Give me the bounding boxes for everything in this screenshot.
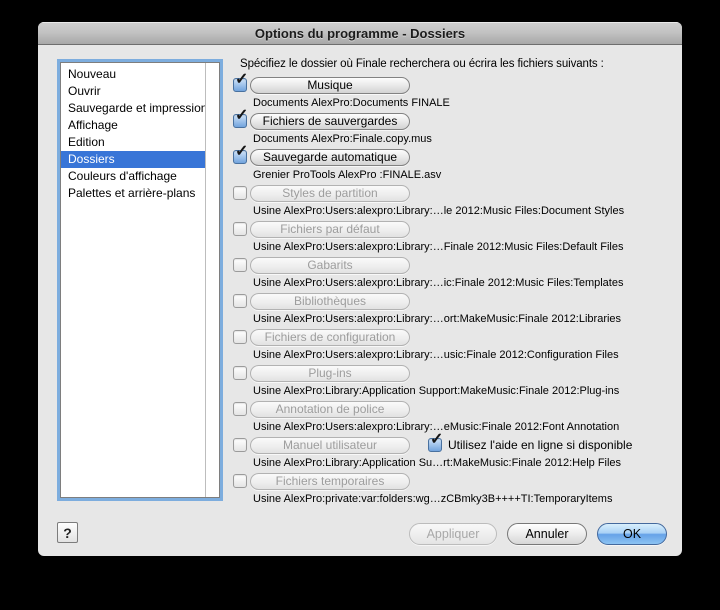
title-bar[interactable]: Options du programme - Dossiers [38,22,682,45]
row-templates: Gabarits Usine AlexPro:Users:alexpro:Lib… [232,256,678,292]
music-folder-path: Documents AlexPro:Documents FINALE [253,97,450,109]
sidebar-item-palettes-arriere-plans[interactable]: Palettes et arrière-plans [61,185,205,202]
backup-files-folder-button[interactable]: Fichiers de sauvergardes [250,112,410,130]
sidebar-item-sauvegarde-et-impression[interactable]: Sauvegarde et impression [61,100,205,117]
folder-rows: Musique Documents AlexPro:Documents FINA… [232,72,678,508]
row-music: Musique Documents AlexPro:Documents FINA… [232,72,678,112]
row-temporary-files: Fichiers temporaires Usine AlexPro:priva… [232,472,678,508]
document-styles-folder-path: Usine AlexPro:Users:alexpro:Library:…le … [253,205,625,217]
templates-checkbox[interactable] [233,258,247,272]
configuration-files-folder-path: Usine AlexPro:Users:alexpro:Library:…usi… [253,349,619,361]
sidebar-item-nouveau[interactable]: Nouveau [61,66,205,83]
libraries-folder-path: Usine AlexPro:Users:alexpro:Library:…ort… [253,313,622,325]
help-button[interactable]: ? [57,522,78,543]
libraries-checkbox[interactable] [233,294,247,308]
default-files-folder-button: Fichiers par défaut [250,220,410,238]
options-category-list: Nouveau Ouvrir Sauvegarde et impression … [60,62,220,498]
sidebar-item-affichage[interactable]: Affichage [61,117,205,134]
font-annotation-folder-path: Usine AlexPro:Users:alexpro:Library:…eMu… [253,421,620,433]
row-user-manual: Manuel utilisateur Utilisez l'aide en li… [232,432,678,472]
default-files-checkbox[interactable] [233,222,247,236]
apply-button: Appliquer [409,523,497,545]
footer-buttons: Appliquer Annuler OK [409,523,667,545]
row-plug-ins: Plug-ins Usine AlexPro:Library:Applicati… [232,364,678,400]
templates-folder-path: Usine AlexPro:Users:alexpro:Library:…ic:… [253,277,624,289]
ok-button[interactable]: OK [597,523,667,545]
window-title: Options du programme - Dossiers [254,25,466,41]
list-scrollbar-track [205,63,206,497]
sidebar-item-couleurs-affichage[interactable]: Couleurs d'affichage [61,168,205,185]
temporary-files-checkbox[interactable] [233,474,247,488]
row-auto-save: Sauvegarde automatique Grenier ProTools … [232,144,678,184]
backup-files-checkbox[interactable] [233,108,248,128]
online-help-checkbox[interactable] [428,432,443,452]
temporary-files-folder-path: Usine AlexPro:private:var:folders:wg…zCB… [253,493,613,505]
templates-folder-button: Gabarits [250,256,410,274]
sidebar-item-ouvrir[interactable]: Ouvrir [61,83,205,100]
default-files-folder-path: Usine AlexPro:Users:alexpro:Library:…Fin… [253,241,624,253]
music-folder-button[interactable]: Musique [250,76,410,94]
sidebar-item-edition[interactable]: Edition [61,134,205,151]
configuration-files-checkbox[interactable] [233,330,247,344]
user-manual-folder-path: Usine AlexPro:Library:Application Su…rt:… [253,457,622,469]
configuration-files-folder-button: Fichiers de configuration [250,328,410,346]
row-document-styles: Styles de partition Usine AlexPro:Users:… [232,184,678,220]
temporary-files-folder-button: Fichiers temporaires [250,472,410,490]
online-help-label: Utilisez l'aide en ligne si disponible [448,438,633,452]
plug-ins-folder-path: Usine AlexPro:Library:Application Suppor… [253,385,620,397]
backup-files-folder-path: Documents AlexPro:Finale.copy.mus [253,133,432,145]
row-font-annotation: Annotation de police Usine AlexPro:Users… [232,400,678,436]
font-annotation-checkbox[interactable] [233,402,247,416]
row-backup-files: Fichiers de sauvergardes Documents AlexP… [232,108,678,148]
plug-ins-folder-button: Plug-ins [250,364,410,382]
font-annotation-folder-button: Annotation de police [250,400,410,418]
row-configuration-files: Fichiers de configuration Usine AlexPro:… [232,328,678,364]
row-default-files: Fichiers par défaut Usine AlexPro:Users:… [232,220,678,256]
document-styles-folder-button: Styles de partition [250,184,410,202]
cancel-button[interactable]: Annuler [507,523,587,545]
auto-save-checkbox[interactable] [233,144,248,164]
user-manual-checkbox[interactable] [233,438,247,452]
program-options-dialog: Options du programme - Dossiers Nouveau … [38,22,682,556]
folders-instruction-text: Spécifiez le dossier où Finale recherche… [240,58,604,70]
auto-save-folder-path: Grenier ProTools AlexPro :FINALE.asv [253,169,442,181]
plug-ins-checkbox[interactable] [233,366,247,380]
user-manual-folder-button: Manuel utilisateur [250,436,410,454]
sidebar-item-dossiers[interactable]: Dossiers [61,151,205,168]
music-checkbox[interactable] [233,72,248,92]
document-styles-checkbox[interactable] [233,186,247,200]
row-libraries: Bibliothèques Usine AlexPro:Users:alexpr… [232,292,678,328]
libraries-folder-button: Bibliothèques [250,292,410,310]
auto-save-folder-button[interactable]: Sauvegarde automatique [250,148,410,166]
